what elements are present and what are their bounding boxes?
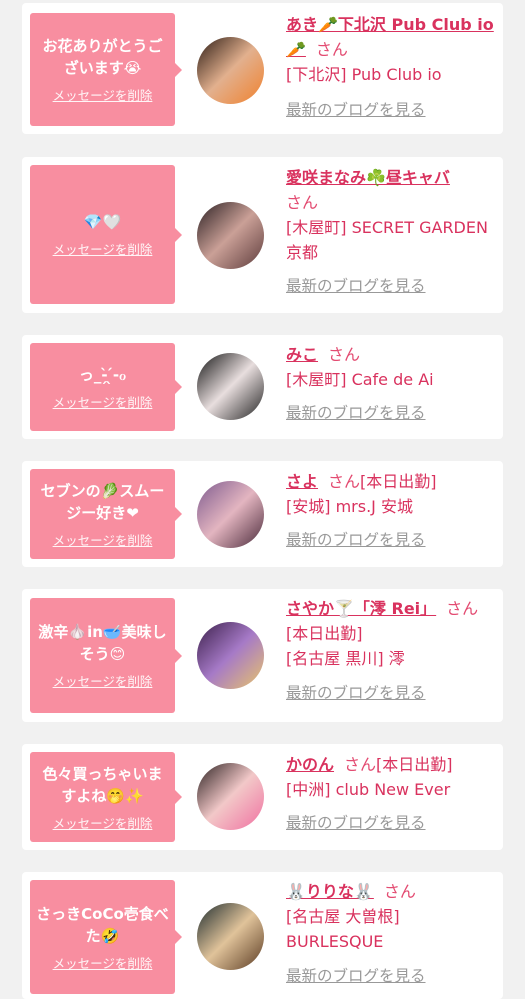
blog-link[interactable]: 最新のブログを見る <box>286 404 426 422</box>
honorific: さん <box>315 40 348 59</box>
shop-name: [安城] mrs.J 安城 <box>286 497 413 516</box>
message-bubble: 💎🤍 メッセージを削除 <box>30 165 182 304</box>
profile-info: さやか🍸「澪 Rei」 さん [本日出勤] [名古屋 黒川] 澪 最新のブログを見… <box>286 596 500 706</box>
message-bubble: っ_-̗̀ ̖́-ℴ メッセージを削除 <box>30 343 182 431</box>
blog-link[interactable]: 最新のブログを見る <box>286 684 426 702</box>
message-bubble: お花ありがとうございます😭 メッセージを削除 <box>30 13 182 126</box>
honorific: さん <box>286 193 319 212</box>
cast-name-link[interactable]: さよ <box>286 472 318 491</box>
message-text: 色々買っちゃいますよね🤭✨ <box>42 764 163 805</box>
message-card: 💎🤍 メッセージを削除 愛咲まなみ☘️昼キャバ さん [木屋町] SECRET … <box>22 157 503 313</box>
message-card: お花ありがとうございます😭 メッセージを削除 あき🥕下北沢 Pub Club i… <box>22 3 503 134</box>
work-status: [本日出勤] <box>360 472 437 491</box>
avatar[interactable] <box>197 481 264 548</box>
shop-name: [木屋町] SECRET GARDEN 京都 <box>286 218 488 262</box>
message-text: っ_-̗̀ ̖́-ℴ <box>78 365 127 384</box>
message-bubble: 激辛🧄in🥣美味しそう😊 メッセージを削除 <box>30 598 182 713</box>
cast-name-link[interactable]: さやか🍸「澪 Rei」 <box>286 599 436 618</box>
profile-info: 愛咲まなみ☘️昼キャバ さん [木屋町] SECRET GARDEN 京都 最新… <box>286 165 500 299</box>
message-card: さっきCoCo壱食べた🤣 メッセージを削除 🐰りりな🐰 さん [名古屋 大曽根] … <box>22 872 503 999</box>
profile-info: みこ さん [木屋町] Cafe de Ai 最新のブログを見る <box>286 342 500 426</box>
shop-name: [木屋町] Cafe de Ai <box>286 370 434 389</box>
delete-message-link[interactable]: メッセージを削除 <box>53 239 153 258</box>
delete-message-link[interactable]: メッセージを削除 <box>53 813 153 832</box>
work-status: [本日出勤] <box>376 755 453 774</box>
honorific: さん <box>383 882 416 901</box>
message-bubble: セブンの🥬スムージー好き❤ メッセージを削除 <box>30 469 182 559</box>
work-status: [本日出勤] <box>286 624 363 643</box>
cast-name-link[interactable]: かのん <box>286 755 334 774</box>
blog-link[interactable]: 最新のブログを見る <box>286 531 426 549</box>
honorific: さん <box>328 472 361 491</box>
message-text: お花ありがとうございます😭 <box>42 37 163 77</box>
delete-message-link[interactable]: メッセージを削除 <box>53 392 153 411</box>
message-bubble: 色々買っちゃいますよね🤭✨ メッセージを削除 <box>30 752 182 842</box>
profile-info: かのん さん[本日出勤] [中洲] club New Ever 最新のブログを見る <box>286 752 500 836</box>
message-list: お花ありがとうございます😭 メッセージを削除 あき🥕下北沢 Pub Club i… <box>0 0 525 999</box>
cast-name-link[interactable]: 愛咲まなみ☘️昼キャバ <box>286 168 450 187</box>
avatar[interactable] <box>197 37 264 104</box>
delete-message-link[interactable]: メッセージを削除 <box>53 85 153 104</box>
blog-link[interactable]: 最新のブログを見る <box>286 277 426 295</box>
blog-link[interactable]: 最新のブログを見る <box>286 967 426 985</box>
message-card: セブンの🥬スムージー好き❤ メッセージを削除 さよ さん[本日出勤] [安城] m… <box>22 461 503 567</box>
message-card: っ_-̗̀ ̖́-ℴ メッセージを削除 みこ さん [木屋町] Cafe de A… <box>22 335 503 439</box>
message-text: 💎🤍 <box>83 213 122 231</box>
delete-message-link[interactable]: メッセージを削除 <box>53 953 153 972</box>
delete-message-link[interactable]: メッセージを削除 <box>53 530 153 549</box>
avatar[interactable] <box>197 763 264 830</box>
shop-name: [名古屋 黒川] 澪 <box>286 649 405 668</box>
blog-link[interactable]: 最新のブログを見る <box>286 101 426 119</box>
shop-name: [名古屋 大曽根] BURLESQUE <box>286 907 400 951</box>
message-card: 色々買っちゃいますよね🤭✨ メッセージを削除 かのん さん[本日出勤] [中洲] … <box>22 744 503 850</box>
avatar[interactable] <box>197 903 264 970</box>
avatar[interactable] <box>197 353 264 420</box>
message-bubble: さっきCoCo壱食べた🤣 メッセージを削除 <box>30 880 182 994</box>
honorific: さん <box>344 755 377 774</box>
avatar[interactable] <box>197 622 264 689</box>
profile-info: 🐰りりな🐰 さん [名古屋 大曽根] BURLESQUE 最新のブログを見る <box>286 879 500 989</box>
delete-message-link[interactable]: メッセージを削除 <box>53 671 153 690</box>
message-text: セブンの🥬スムージー好き❤ <box>40 481 165 522</box>
shop-name: [下北沢] Pub Club io <box>286 65 442 84</box>
message-text: さっきCoCo壱食べた🤣 <box>36 904 169 945</box>
blog-link[interactable]: 最新のブログを見る <box>286 814 426 832</box>
shop-name: [中洲] club New Ever <box>286 780 451 799</box>
message-card: 激辛🧄in🥣美味しそう😊 メッセージを削除 さやか🍸「澪 Rei」 さん [本日出… <box>22 589 503 722</box>
profile-info: さよ さん[本日出勤] [安城] mrs.J 安城 最新のブログを見る <box>286 469 500 553</box>
message-text: 激辛🧄in🥣美味しそう😊 <box>38 623 167 663</box>
honorific: さん <box>446 599 479 618</box>
honorific: さん <box>328 345 361 364</box>
cast-name-link[interactable]: みこ <box>286 345 318 364</box>
avatar[interactable] <box>197 202 264 269</box>
cast-name-link[interactable]: 🐰りりな🐰 <box>286 882 374 901</box>
profile-info: あき🥕下北沢 Pub Club io🥕 さん [下北沢] Pub Club io … <box>286 12 500 123</box>
